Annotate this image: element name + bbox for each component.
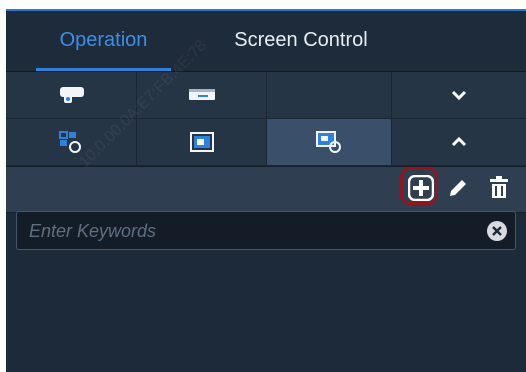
window-refresh-icon — [316, 131, 341, 153]
edit-button[interactable] — [441, 171, 475, 205]
edit-pencil-icon — [450, 180, 466, 196]
tab-operation[interactable]: Operation — [36, 11, 171, 71]
clear-search-button[interactable] — [487, 221, 507, 241]
collapse-button[interactable] — [392, 119, 526, 166]
nvr-device-icon — [188, 89, 215, 100]
delete-button[interactable] — [482, 171, 516, 205]
chevron-up-icon — [451, 136, 467, 147]
scene-refresh-cell[interactable] — [6, 119, 137, 166]
active-tab-indicator — [36, 68, 171, 71]
keyword-search — [16, 211, 516, 251]
chevron-down-icon — [451, 90, 467, 101]
add-button[interactable] — [400, 167, 438, 205]
nvr-cell[interactable] — [137, 72, 267, 119]
operation-panel: Operation Screen Control Enter Keywords — [6, 9, 526, 372]
action-toolbar — [6, 166, 526, 213]
empty-cell — [267, 72, 392, 119]
clear-x-icon — [492, 226, 502, 236]
expand-button[interactable] — [392, 72, 526, 119]
tab-bar: Operation Screen Control — [6, 11, 526, 72]
search-input[interactable] — [27, 212, 471, 251]
video-window-icon — [189, 132, 214, 152]
camera-icon — [60, 87, 84, 103]
device-grid — [6, 72, 526, 166]
video-window-cell[interactable] — [137, 119, 267, 166]
grid-refresh-icon — [59, 131, 81, 153]
device-list-area — [6, 252, 526, 372]
window-refresh-cell[interactable] — [267, 119, 392, 166]
highlight-ring — [400, 167, 438, 205]
camera-cell[interactable] — [6, 72, 137, 119]
delete-trash-icon — [490, 176, 508, 198]
tab-screen-control[interactable]: Screen Control — [211, 11, 391, 71]
